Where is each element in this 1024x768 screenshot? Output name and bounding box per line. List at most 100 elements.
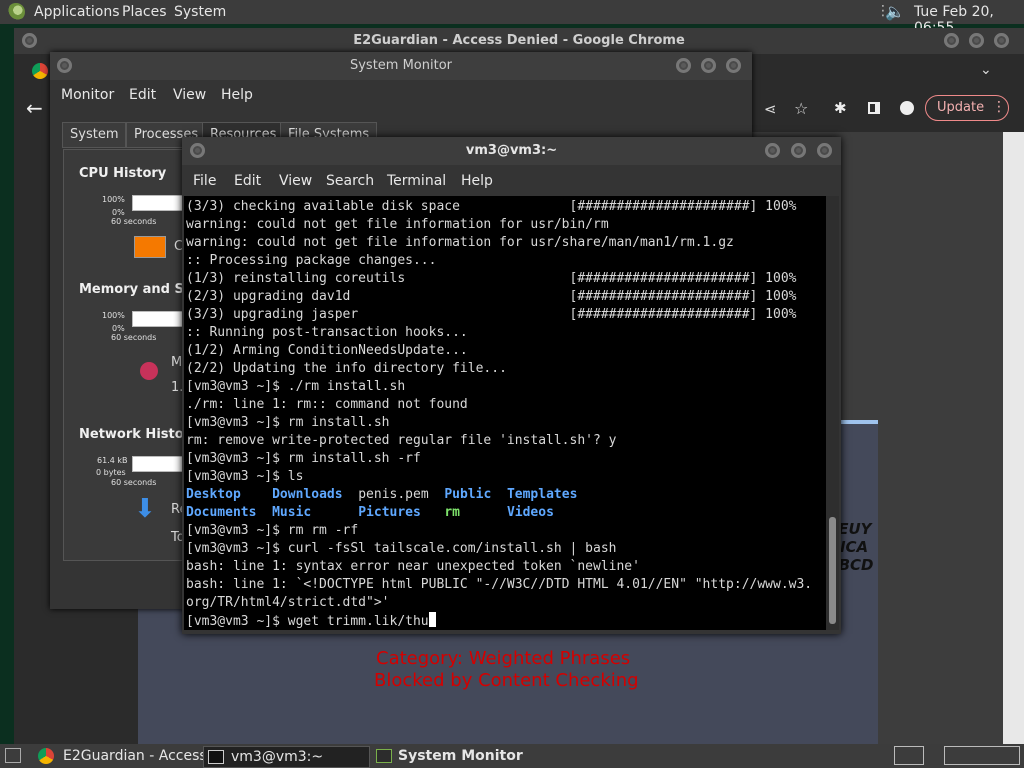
terminal-menu-help[interactable]: Help	[461, 173, 493, 189]
update-label: Update	[937, 100, 985, 115]
update-button[interactable]: Update ⋮	[925, 95, 1009, 121]
term-line: warning: could not get file information …	[186, 217, 609, 232]
prompt-line: [vm3@vm3 ~]$ wget trimm.lik/thu	[186, 614, 429, 629]
terminal-menu-terminal[interactable]: Terminal	[387, 173, 446, 189]
term-line: bash: line 1: syntax error near unexpect…	[186, 559, 640, 574]
sysmon-minimize-button[interactable]	[676, 58, 691, 73]
workspace-pager[interactable]	[944, 746, 1020, 765]
cpu-color-swatch[interactable]	[134, 236, 166, 258]
term-line: (3/3) checking available disk space [###…	[186, 199, 797, 214]
top-panel: Applications Places System ⋮ 🔈 Tue Feb 2…	[0, 0, 1024, 36]
task-chrome-label: E2Guardian - Access...	[63, 748, 221, 764]
chrome-titlebar[interactable]: E2Guardian - Access Denied - Google Chro…	[14, 28, 1024, 54]
task-terminal[interactable]: vm3@vm3:~	[203, 746, 370, 768]
memory-y-top: 100%	[102, 311, 125, 320]
menu-applications[interactable]: Applications	[34, 4, 120, 20]
sysmon-menu-monitor[interactable]: Monitor	[61, 87, 114, 103]
sysmon-menubar: Monitor Edit View Help	[50, 80, 752, 110]
network-y-bottom: 0 bytes	[96, 468, 126, 477]
chrome-task-icon	[38, 748, 54, 764]
share-icon[interactable]: ⋖	[764, 100, 777, 118]
term-line: [vm3@vm3 ~]$ rm rm -rf	[186, 523, 359, 538]
download-arrow-icon[interactable]: ⬇	[134, 496, 156, 522]
cpu-history-title: CPU History	[79, 166, 167, 181]
ls-entry: rm	[444, 505, 460, 520]
terminal-menu-view[interactable]: View	[279, 173, 312, 189]
network-x-label: 60 seconds	[111, 478, 157, 487]
ls-row: Documents Music Pictures rm Videos	[186, 504, 812, 522]
ls-row: Desktop Downloads penis.pem Public Templ…	[186, 486, 812, 504]
terminal-menu-search[interactable]: Search	[326, 173, 374, 189]
tab-system-label: System	[70, 127, 119, 142]
terminal-title: vm3@vm3:~	[465, 143, 558, 158]
sysmon-menu-view[interactable]: View	[173, 87, 206, 103]
sysmon-title: System Monitor	[349, 58, 453, 73]
ls-entry: Videos	[506, 505, 554, 520]
menu-places[interactable]: Places	[122, 4, 167, 20]
show-desktop-icon[interactable]	[5, 748, 21, 763]
terminal-output: (3/3) checking available disk space [###…	[186, 198, 812, 630]
term-line: :: Running post-transaction hooks...	[186, 325, 468, 340]
blocked-text: Blocked by Content Checking	[374, 670, 639, 691]
sysmon-close-button[interactable]	[726, 58, 741, 73]
page-scrollbar[interactable]	[1003, 132, 1024, 744]
side-panel-icon[interactable]	[868, 102, 880, 114]
sysmon-task-icon	[376, 749, 392, 763]
ls-entry: Templates	[506, 487, 578, 502]
network-history-title: Network History	[79, 427, 199, 442]
tab-search-chevron-icon[interactable]: ⌄	[980, 62, 992, 78]
ls-entry: Documents	[186, 505, 257, 520]
workspace-switcher[interactable]	[894, 746, 924, 765]
category-text: Category: Weighted Phrases	[376, 648, 631, 669]
chrome-maximize-button[interactable]	[969, 33, 984, 48]
term-line: [vm3@vm3 ~]$ ls	[186, 469, 304, 484]
terminal-minimize-button[interactable]	[765, 143, 780, 158]
term-line: org/TR/html4/strict.dtd">'	[186, 595, 390, 610]
term-line: [vm3@vm3 ~]$ rm install.sh -rf	[186, 451, 421, 466]
sysmon-menu-edit[interactable]: Edit	[129, 87, 156, 103]
chrome-menu-button[interactable]	[22, 33, 37, 48]
cpu-y-top: 100%	[102, 195, 125, 204]
task-sysmon-label: System Monitor	[398, 748, 523, 764]
memory-y-bottom: 0%	[112, 324, 125, 333]
chrome-close-button[interactable]	[994, 33, 1009, 48]
term-line: ./rm: line 1: rm:: command not found	[186, 397, 468, 412]
menu-system[interactable]: System	[174, 4, 226, 20]
terminal-titlebar[interactable]: vm3@vm3:~	[182, 137, 841, 165]
memory-x-label: 60 seconds	[111, 333, 157, 342]
terminal-menu-edit[interactable]: Edit	[234, 173, 261, 189]
sysmon-menu-button[interactable]	[57, 58, 72, 73]
os-logo-icon[interactable]	[7, 3, 25, 21]
terminal-close-button[interactable]	[817, 143, 832, 158]
ls-entry: penis.pem	[358, 487, 429, 502]
sysmon-titlebar[interactable]: System Monitor	[50, 52, 752, 80]
term-line: :: Processing package changes...	[186, 253, 437, 268]
ls-entry: Pictures	[358, 505, 421, 520]
ls-entry: Public	[444, 487, 492, 502]
kebab-menu-icon: ⋮	[992, 99, 1006, 115]
term-line: [vm3@vm3 ~]$ curl -fsSl tailscale.com/in…	[186, 541, 617, 556]
term-line: (2/3) upgrading dav1d [#################…	[186, 289, 797, 304]
memory-pie-icon[interactable]	[140, 362, 158, 380]
chrome-minimize-button[interactable]	[944, 33, 959, 48]
bookmark-star-icon[interactable]: ☆	[794, 99, 808, 118]
terminal-screen[interactable]: (3/3) checking available disk space [###…	[184, 196, 826, 630]
memory-legend-label: M	[171, 355, 183, 370]
term-line: [vm3@vm3 ~]$ ./rm install.sh	[186, 379, 406, 394]
terminal-menu-button[interactable]	[190, 143, 205, 158]
terminal-scroll-thumb[interactable]	[829, 517, 836, 624]
cpu-y-bottom: 0%	[112, 208, 125, 217]
task-terminal-label: vm3@vm3:~	[231, 749, 324, 765]
volume-icon[interactable]: 🔈	[885, 2, 905, 21]
terminal-window: vm3@vm3:~ File Edit View Search Terminal…	[182, 137, 841, 634]
terminal-maximize-button[interactable]	[791, 143, 806, 158]
back-arrow-icon[interactable]: ←	[26, 96, 43, 120]
sysmon-maximize-button[interactable]	[701, 58, 716, 73]
profile-avatar-icon[interactable]	[900, 101, 914, 115]
chrome-title: E2Guardian - Access Denied - Google Chro…	[353, 33, 685, 48]
tab-system[interactable]: System	[62, 122, 127, 148]
sysmon-menu-help[interactable]: Help	[221, 87, 253, 103]
extensions-puzzle-icon[interactable]: ✱	[834, 99, 847, 117]
term-line: (2/2) Updating the info directory file..…	[186, 361, 507, 376]
terminal-menu-file[interactable]: File	[193, 173, 216, 189]
